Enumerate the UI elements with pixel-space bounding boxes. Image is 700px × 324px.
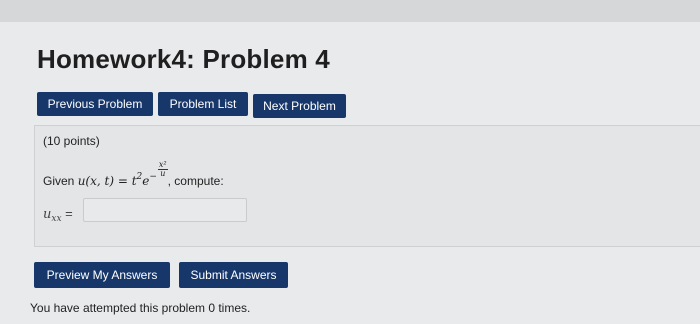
- points-label: (10 points): [43, 134, 100, 148]
- attempts-status: You have attempted this problem 0 times.: [30, 301, 251, 315]
- top-band: [0, 0, 700, 22]
- previous-problem-button[interactable]: Previous Problem: [37, 92, 153, 116]
- problem-list-button[interactable]: Problem List: [158, 92, 248, 116]
- page-title: Homework4: Problem 4: [37, 44, 330, 74]
- answer-input[interactable]: [83, 198, 247, 222]
- given-suffix: , compute:: [167, 174, 224, 188]
- answer-equals: =: [61, 206, 73, 221]
- answer-label: uxx =: [43, 206, 73, 224]
- answer-subscript: xx: [51, 214, 62, 224]
- exp-denominator: u: [160, 169, 166, 178]
- preview-answers-button[interactable]: Preview My Answers: [34, 262, 170, 288]
- problem-panel: (10 points) Given u(x, t) = t2e− x² u, com…: [34, 125, 700, 247]
- given-prefix: Given: [43, 174, 75, 188]
- t-exponent: 2: [136, 172, 143, 182]
- exp-sign: −: [149, 172, 157, 182]
- function-expression: u(x, t) = t: [77, 174, 137, 188]
- exp-fraction: x² u: [157, 161, 168, 178]
- submit-answers-button[interactable]: Submit Answers: [179, 262, 288, 288]
- next-problem-button[interactable]: Next Problem: [253, 94, 346, 118]
- problem-statement: Given u(x, t) = t2e− x² u, compute:: [43, 161, 224, 189]
